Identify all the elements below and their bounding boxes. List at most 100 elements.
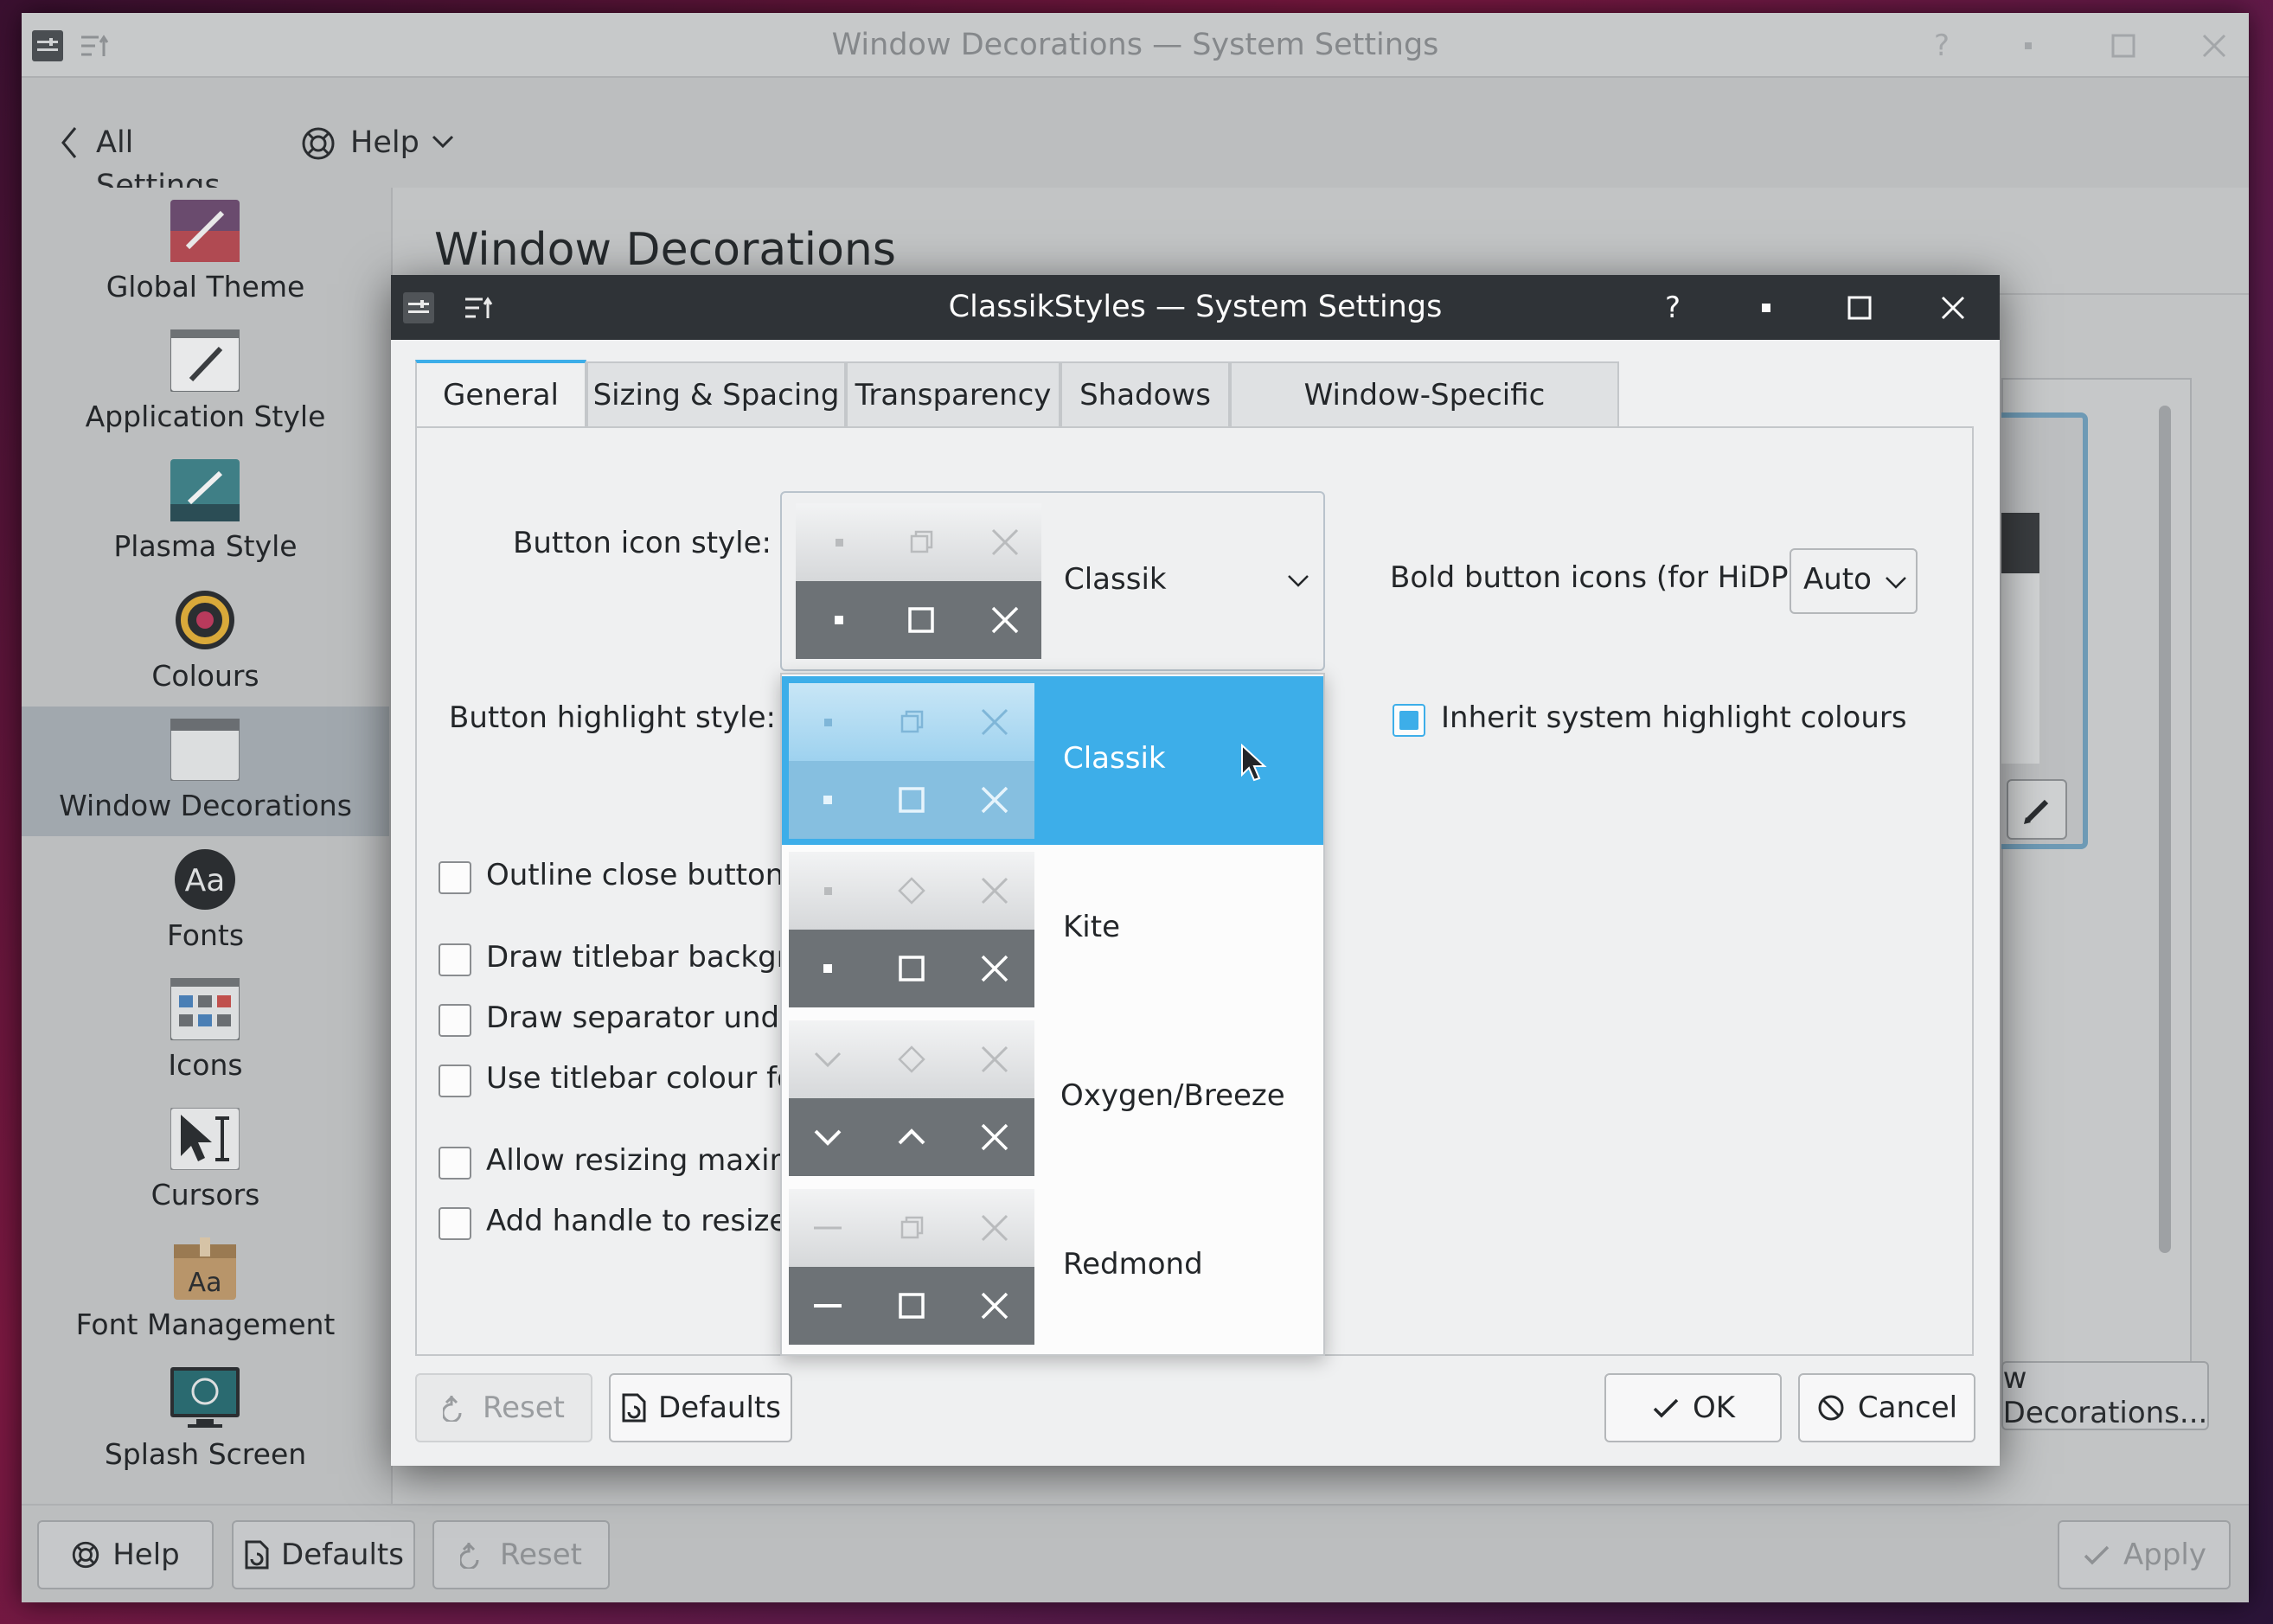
reset-button[interactable]: Reset (432, 1520, 610, 1589)
dropdown-option-redmond[interactable]: Redmond (782, 1182, 1323, 1351)
maximize-glyph-icon (894, 1288, 929, 1323)
sidebar-item-window-decorations[interactable]: Window Decorations (22, 707, 389, 836)
close-glyph-icon (977, 705, 1012, 739)
document-reset-icon (620, 1393, 646, 1423)
sidebar-item-fonts[interactable]: Aa Fonts (22, 836, 389, 966)
apply-button-label: Apply (2123, 1538, 2206, 1572)
close-glyph-icon (977, 1120, 1012, 1154)
sidebar-item-label: Splash Screen (104, 1437, 307, 1471)
icon-style-value: Classik (1064, 562, 1167, 597)
close-icon[interactable] (2197, 29, 2231, 63)
sidebar-item-global-theme[interactable]: Global Theme (22, 188, 389, 317)
sidebar: Global Theme Application Style Plasma St… (22, 188, 389, 1504)
apply-button[interactable]: Apply (2058, 1520, 2231, 1589)
svg-text:?: ? (1934, 29, 1950, 63)
maximize-glyph-icon (894, 783, 929, 817)
checkbox-label: Add handle to resize w (486, 1204, 821, 1238)
chevron-down-glyph-icon (810, 1120, 845, 1154)
maximize-icon[interactable] (2106, 29, 2141, 63)
tab-shadows[interactable]: Shadows (1060, 361, 1230, 426)
button-icon-style-combo[interactable]: Classik (780, 491, 1325, 671)
restore-glyph-icon (894, 1211, 929, 1245)
use-titlebar-colour-checkbox[interactable] (439, 1065, 471, 1097)
restore-glyph-icon (904, 525, 938, 559)
dialog-defaults-button[interactable]: Defaults (609, 1373, 792, 1442)
sidebar-item-label: Colours (151, 659, 259, 693)
checkmark-icon (1651, 1395, 1681, 1421)
edit-decoration-button[interactable] (2007, 779, 2067, 840)
dialog-reset-button[interactable]: Reset (415, 1373, 592, 1442)
close-glyph-icon (988, 603, 1022, 637)
diamond-glyph-icon (894, 873, 929, 908)
dropdown-option-oxygen-breeze[interactable]: Oxygen/Breeze (782, 1013, 1323, 1182)
dropdown-option-kite[interactable]: Kite (782, 845, 1323, 1013)
sidebar-item-font-management[interactable]: Aa Font Management (22, 1225, 389, 1355)
help-button[interactable]: Help (37, 1520, 214, 1589)
reset-button-label: Reset (500, 1538, 582, 1572)
help-icon[interactable]: ? (1924, 29, 1959, 63)
minimize-icon[interactable] (2011, 29, 2046, 63)
ok-button[interactable]: OK (1604, 1373, 1782, 1442)
bold-button-icons-combo[interactable]: Auto (1790, 548, 1918, 614)
main-titlebar: Window Decorations — System Settings ? (22, 13, 2249, 78)
page-title: Window Decorations (434, 224, 896, 276)
checkbox-label: Draw separator under (486, 1001, 810, 1035)
window-decorations-icon (170, 719, 240, 781)
option-label: Redmond (1063, 1247, 1203, 1282)
close-icon[interactable] (1936, 291, 1970, 325)
ok-label: OK (1692, 1391, 1736, 1425)
preview-titlebar (2001, 513, 2039, 573)
draw-titlebar-background-checkbox[interactable] (439, 943, 471, 976)
inherit-highlight-checkbox[interactable] (1393, 704, 1425, 737)
sidebar-item-cursors[interactable]: Cursors (22, 1096, 389, 1225)
allow-resizing-maximized-checkbox[interactable] (439, 1147, 471, 1180)
cancel-label: Cancel (1857, 1391, 1958, 1425)
checkbox-label: Outline close button (486, 858, 784, 892)
tab-general[interactable]: General (415, 360, 586, 426)
maximize-icon[interactable] (1842, 291, 1877, 325)
defaults-button[interactable]: Defaults (232, 1520, 415, 1589)
sidebar-item-application-style[interactable]: Application Style (22, 317, 389, 447)
get-new-decorations-button[interactable]: w Decorations... (2001, 1361, 2209, 1430)
outline-close-button-checkbox[interactable] (439, 861, 471, 894)
svg-text:?: ? (1665, 291, 1681, 325)
dash-glyph-icon (810, 1288, 845, 1323)
sidebar-item-label: Fonts (166, 918, 245, 952)
sidebar-item-label: Window Decorations (59, 789, 352, 822)
sidebar-item-label: Font Management (75, 1308, 336, 1341)
chevron-up-glyph-icon (894, 1120, 929, 1154)
defaults-button-label: Defaults (281, 1538, 404, 1572)
tab-sizing-spacing[interactable]: Sizing & Spacing (586, 361, 846, 426)
dropdown-option-classik[interactable]: Classik (782, 676, 1323, 845)
lifebuoy-icon (300, 125, 336, 162)
checkbox-label: Draw titlebar backgrou (486, 940, 825, 975)
help-icon[interactable]: ? (1655, 291, 1690, 325)
document-reset-icon (243, 1540, 269, 1570)
scrollbar[interactable] (2159, 406, 2171, 1253)
sidebar-item-plasma-style[interactable]: Plasma Style (22, 447, 389, 577)
decoration-preview[interactable] (2001, 412, 2088, 849)
fonts-icon: Aa (170, 848, 240, 911)
minimize-icon[interactable] (1749, 291, 1783, 325)
draw-separator-checkbox[interactable] (439, 1004, 471, 1037)
tab-transparency[interactable]: Transparency (846, 361, 1060, 426)
add-resize-handle-checkbox[interactable] (439, 1207, 471, 1240)
classik-option-preview (789, 683, 1034, 839)
sidebar-item-splash-screen[interactable]: Splash Screen (22, 1355, 389, 1485)
sidebar-item-label: Plasma Style (113, 529, 298, 563)
pencil-icon (2020, 793, 2055, 828)
sidebar-item-label: Icons (168, 1048, 243, 1082)
minimize-glyph-icon (822, 603, 856, 637)
svg-text:Aa: Aa (185, 863, 226, 898)
minimize-glyph-icon (822, 525, 856, 559)
sidebar-item-colours[interactable]: Colours (22, 577, 389, 707)
checkmark-icon (2082, 1542, 2111, 1568)
help-button-label: Help (112, 1538, 180, 1572)
tab-window-specific-overrides[interactable]: Window-Specific Overrides (1230, 361, 1619, 477)
sidebar-item-icons[interactable]: Icons (22, 966, 389, 1096)
colours-icon (170, 589, 240, 651)
dialog-titlebar: ClassikStyles — System Settings ? (391, 275, 2000, 340)
preview-body (2001, 573, 2039, 764)
cancel-button[interactable]: Cancel (1798, 1373, 1975, 1442)
lifebuoy-icon (71, 1540, 100, 1570)
